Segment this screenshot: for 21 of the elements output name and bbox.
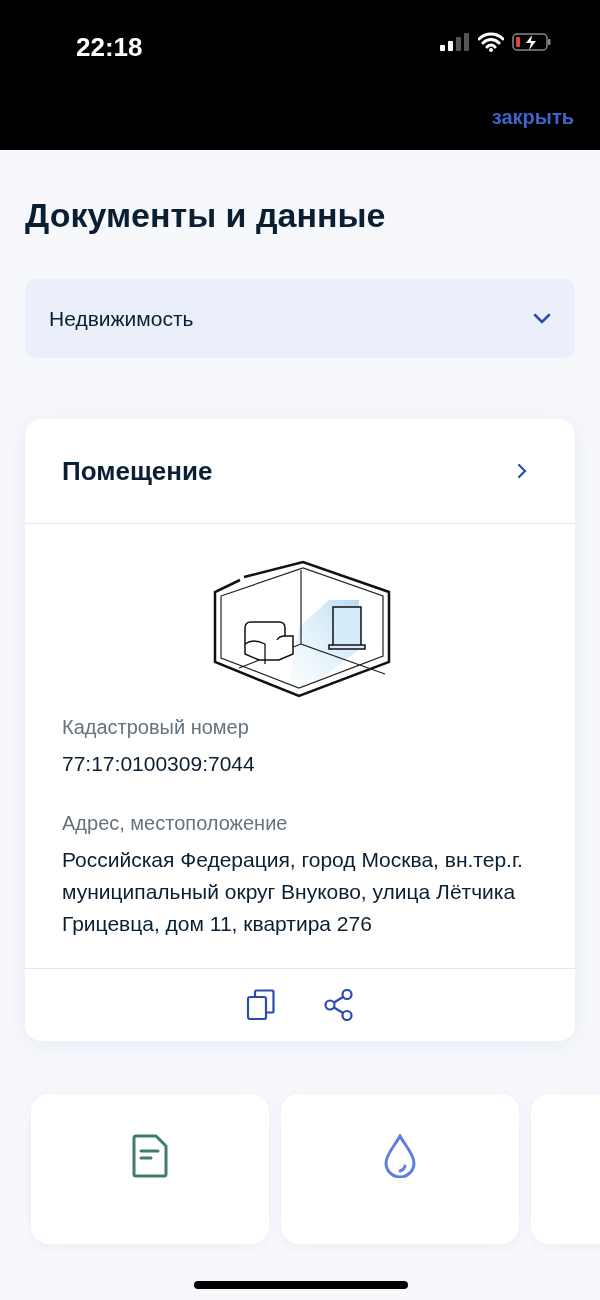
dropdown-value: Недвижимость bbox=[49, 305, 194, 332]
share-icon[interactable] bbox=[324, 989, 354, 1021]
field-value: 77:17:0100309:7044 bbox=[62, 751, 256, 777]
wifi-icon bbox=[478, 32, 504, 52]
utilities-tile[interactable] bbox=[281, 1094, 519, 1244]
copy-icon[interactable] bbox=[246, 989, 276, 1021]
document-tile[interactable] bbox=[31, 1094, 269, 1244]
card-title[interactable]: Помещение bbox=[62, 451, 213, 491]
water-drop-icon bbox=[384, 1134, 416, 1178]
page-title: Документы и данные bbox=[25, 195, 387, 236]
document-icon bbox=[132, 1134, 168, 1178]
field-value: Российская Федерация, город Москва, вн.тер.г. муниципальный округ Внуково, улица Лётчика Грицевца, дом 11, квартира 276 bbox=[62, 847, 524, 937]
signal-icon bbox=[440, 32, 470, 52]
battery-icon bbox=[512, 32, 552, 52]
close-link[interactable]: закрыть bbox=[491, 102, 574, 132]
clock-time: 22:18 bbox=[76, 31, 143, 64]
chevron-right-icon[interactable] bbox=[517, 463, 527, 479]
field-label: Адрес, местоположение bbox=[62, 811, 289, 836]
category-dropdown[interactable]: Недвижимость bbox=[25, 279, 575, 358]
chevron-down-icon bbox=[533, 312, 551, 325]
field-label: Кадастровый номер bbox=[62, 715, 250, 740]
